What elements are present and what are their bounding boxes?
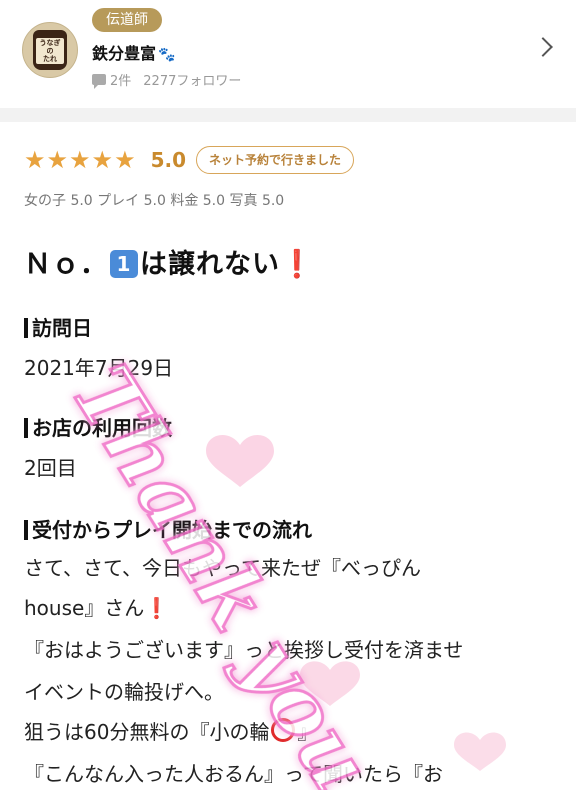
keycap-number-icon: 1 — [110, 250, 138, 278]
rank-badge: 伝道師 — [92, 8, 162, 32]
user-name-text: 鉄分豊富 — [92, 44, 157, 63]
visit-date-heading: 訪問日 — [24, 312, 92, 341]
body-line: 『おはようございます』っと挨拶し受付を済ませ — [24, 638, 464, 662]
subscores: 女の子 5.0 プレイ 5.0 料金 5.0 写真 5.0 — [24, 193, 285, 209]
body-text: 狙うは60分無料の『小の輪 — [24, 720, 270, 744]
avatar-label: うなぎ の たれ — [36, 38, 64, 64]
body-line: house』さん❗ — [24, 592, 169, 621]
avatar-label-line: うなぎ — [39, 39, 61, 47]
body-line: さて、さて、今日もやって来たぜ『べっぴん — [24, 556, 421, 580]
body-line: イベントの輪投げへ。 — [24, 680, 224, 704]
review-title-text: は譲れない — [140, 249, 280, 280]
use-count: 2回目 — [24, 456, 77, 480]
reviewer-header[interactable]: うなぎ の たれ 伝道師 鉄分豊富 🐾 2件 2277フォロワー — [0, 0, 576, 108]
visit-type-badge: ネット予約で行きました — [196, 146, 355, 174]
avatar-label-line: たれ — [43, 55, 57, 63]
exclamation-icon: ❗ — [280, 249, 315, 280]
body-line: 狙うは60分無料の『小の輪 』 — [24, 716, 317, 745]
avatar[interactable]: うなぎ の たれ — [22, 22, 78, 78]
user-name[interactable]: 鉄分豊富 🐾 — [92, 40, 175, 64]
comment-icon — [92, 74, 106, 89]
avatar-label-line: の — [46, 47, 54, 55]
avatar-jar-icon: うなぎ の たれ — [33, 30, 67, 70]
flow-heading: 受付からプレイ開始までの流れ — [24, 514, 312, 543]
body-line: 『こんなん入った人おるん』って聞いたら『お — [24, 762, 443, 786]
section-divider — [0, 108, 576, 122]
follower-count[interactable]: 2277フォロワー — [143, 70, 241, 89]
review-title: Ｎｏ． 1 は譲れない❗ — [24, 242, 315, 281]
red-circle-icon — [271, 718, 296, 742]
exclamation-icon: ❗ — [144, 596, 170, 620]
paw-icon: 🐾 — [158, 47, 176, 63]
visit-date: 2021年7月29日 — [24, 356, 174, 380]
review-title-prefix: Ｎｏ． — [24, 249, 108, 280]
star-rating-icon: ★★★★★ — [24, 146, 137, 174]
chevron-right-icon[interactable] — [533, 37, 553, 57]
rating-score: 5.0 — [150, 148, 187, 172]
use-count-heading: お店の利用回数 — [24, 412, 172, 441]
heart-icon — [300, 661, 360, 706]
review-count: 2件 — [110, 74, 132, 89]
rating-row: ★★★★★ 5.0 ネット予約で行きました — [24, 146, 355, 174]
user-meta: 2件 2277フォロワー — [92, 70, 241, 89]
body-text: 』 — [297, 720, 318, 744]
body-text: house』さん — [24, 596, 145, 620]
heart-icon — [454, 732, 506, 771]
heart-icon — [206, 434, 274, 487]
